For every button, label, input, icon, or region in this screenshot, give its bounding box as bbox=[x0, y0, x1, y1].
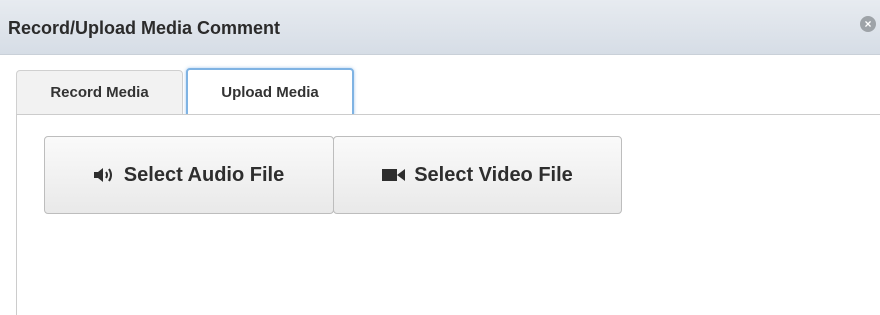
select-video-file-label: Select Video File bbox=[414, 163, 573, 186]
tab-record-media[interactable]: Record Media bbox=[16, 70, 183, 114]
tab-upload-media-label: Upload Media bbox=[221, 84, 319, 101]
tab-upload-media[interactable]: Upload Media bbox=[186, 68, 354, 116]
speaker-icon bbox=[93, 167, 116, 183]
dialog-titlebar: Record/Upload Media Comment × bbox=[0, 0, 880, 55]
tab-record-media-label: Record Media bbox=[50, 84, 149, 101]
select-audio-file-label: Select Audio File bbox=[123, 163, 285, 186]
video-camera-icon bbox=[382, 167, 406, 183]
select-video-file-button[interactable]: Select Video File bbox=[333, 136, 622, 214]
tab-strip: Record Media Upload Media bbox=[16, 68, 880, 116]
dialog-title: Record/Upload Media Comment bbox=[8, 18, 281, 38]
select-audio-file-button[interactable]: Select Audio File bbox=[44, 136, 334, 214]
close-icon[interactable]: × bbox=[860, 16, 876, 32]
media-comment-dialog: Record/Upload Media Comment × Record Med… bbox=[0, 0, 880, 315]
